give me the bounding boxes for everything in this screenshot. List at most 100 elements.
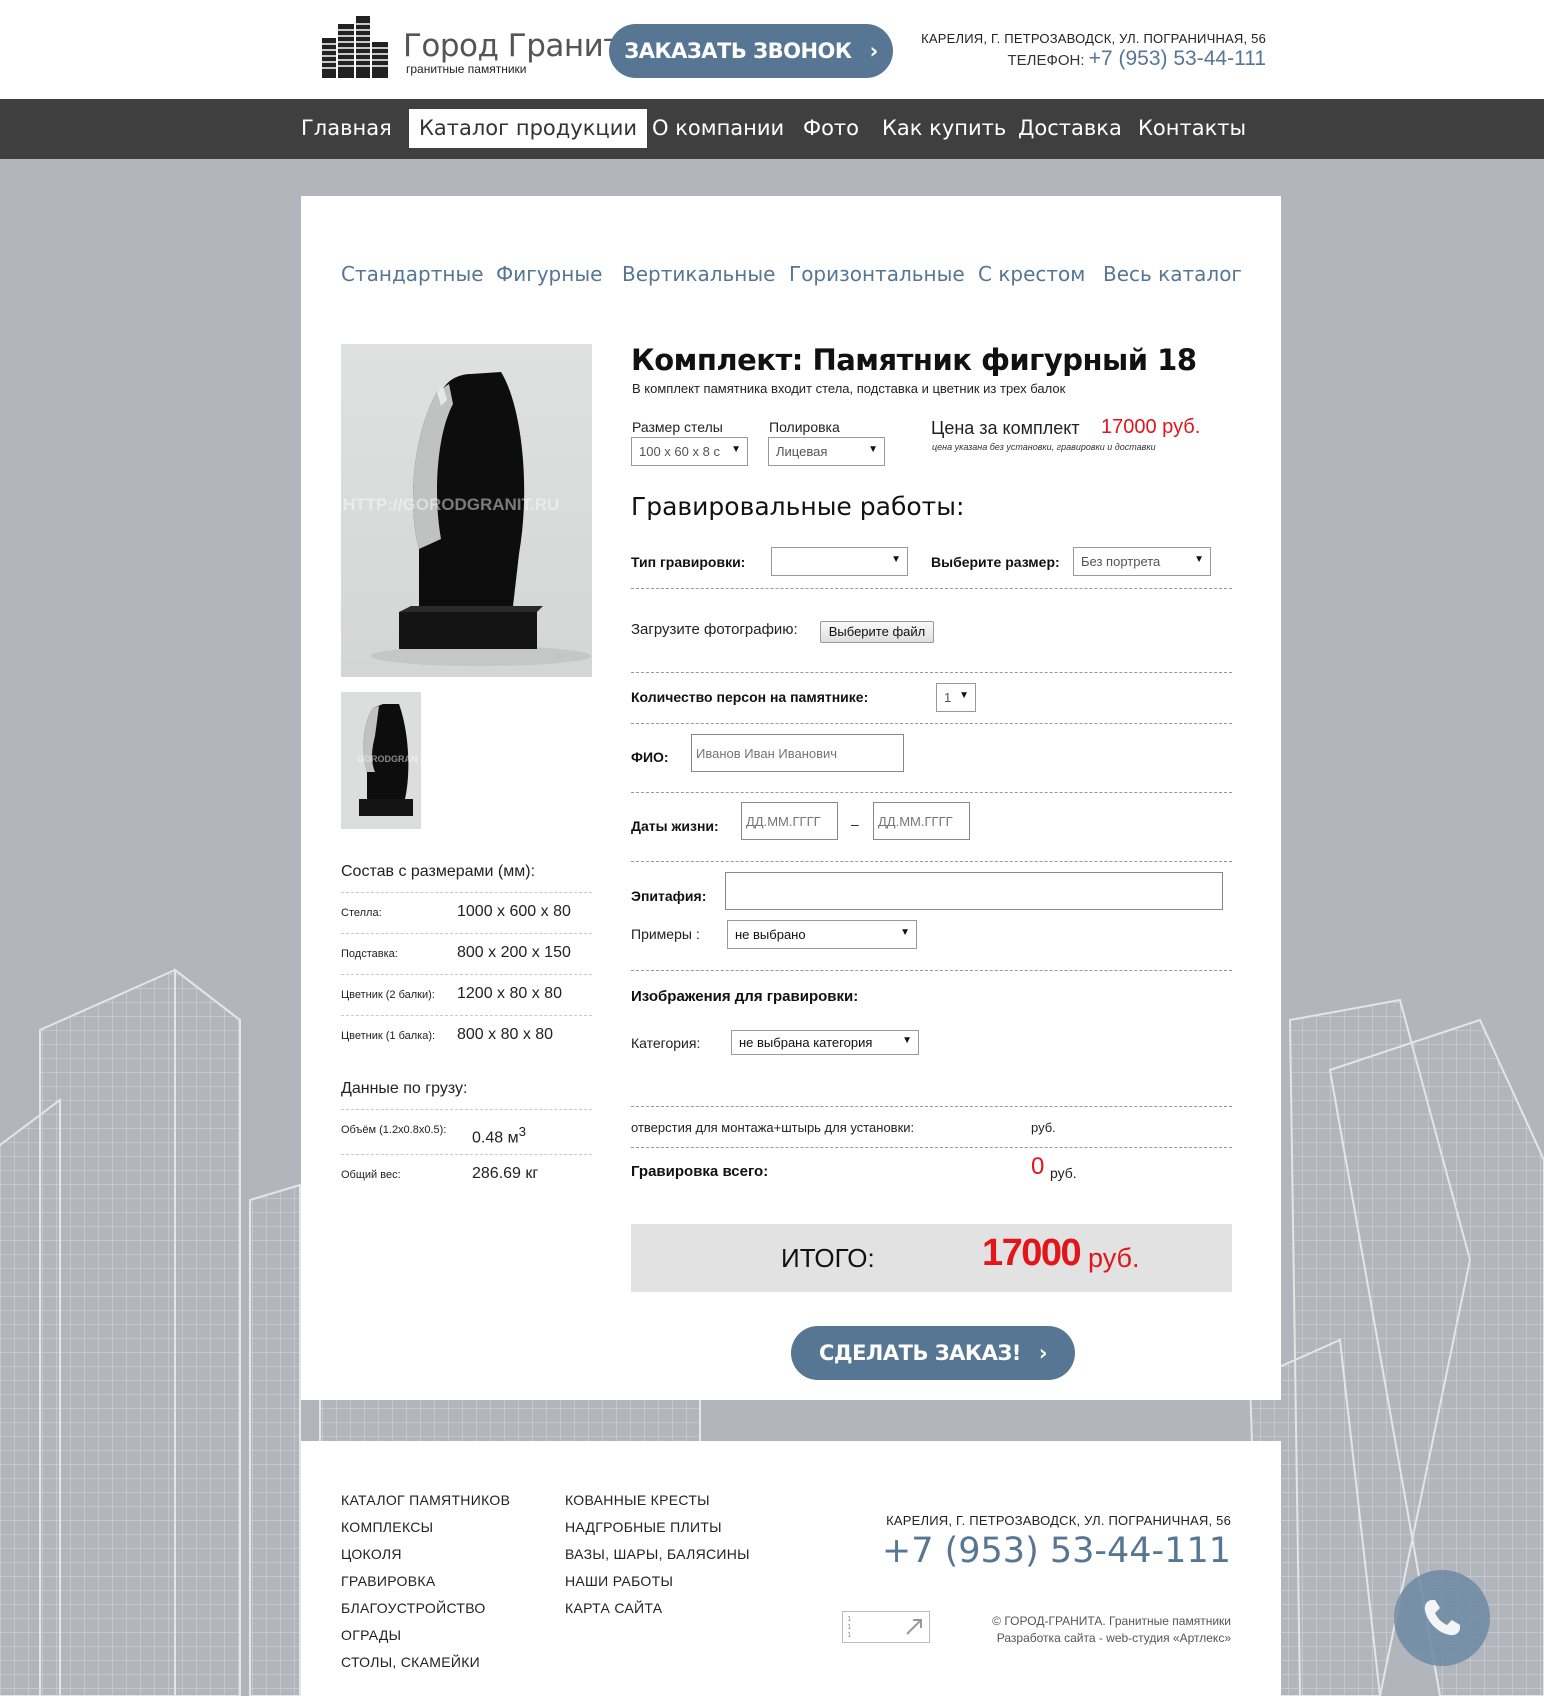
price-value: 17000 руб.: [1101, 416, 1201, 438]
chevron-right-icon: ›: [1038, 1341, 1048, 1365]
watermark: HTTP://GORODGRANIT.RU: [343, 495, 559, 514]
examples-label: Примеры :: [631, 926, 700, 942]
footer-link[interactable]: КАРТА САЙТА: [565, 1600, 662, 1616]
portrait-size-select[interactable]: Без портрета ▼: [1073, 547, 1211, 576]
cargo-value: 286.69 кг: [472, 1165, 539, 1182]
category-select[interactable]: не выбрана категория ▼: [731, 1030, 919, 1055]
nav-item-delivery[interactable]: Доставка: [1008, 109, 1132, 148]
site-footer: КАТАЛОГ ПАМЯТНИКОВ КОМПЛЕКСЫ ЦОКОЛЯ ГРАВ…: [301, 1441, 1281, 1696]
footer-link[interactable]: ЦОКОЛЯ: [341, 1546, 402, 1562]
subnav-vertical[interactable]: Вертикальные: [622, 262, 775, 286]
mounting-holes-value: руб.: [1031, 1120, 1056, 1135]
persons-select[interactable]: 1 ▼: [936, 683, 976, 712]
divider: [631, 1106, 1232, 1107]
nav-item-about[interactable]: О компании: [642, 109, 794, 148]
visitor-counter[interactable]: 1 1 1: [842, 1611, 930, 1643]
subnav-horizontal[interactable]: Горизонтальные: [789, 262, 965, 286]
persons-value: 1: [944, 690, 952, 705]
divider: [631, 723, 1232, 724]
polish-label: Полировка: [769, 419, 840, 435]
specs-title: Состав с размерами (мм):: [341, 863, 536, 880]
order-call-label: ЗАКАЗАТЬ ЗВОНОК: [624, 39, 852, 63]
footer-link[interactable]: НАДГРОБНЫЕ ПЛИТЫ: [565, 1519, 722, 1535]
dropdown-arrow-icon: ▼: [731, 444, 741, 455]
nav-item-photo[interactable]: Фото: [793, 109, 869, 148]
subnav-full-catalog[interactable]: Весь каталог: [1103, 262, 1242, 286]
dropdown-arrow-icon: ▼: [1194, 554, 1204, 565]
site-header: Город Гранит гранитные памятники ЗАКАЗАТ…: [0, 0, 1544, 99]
spec-key: Цветник (1 балка):: [341, 1030, 436, 1042]
developer-text[interactable]: Разработка сайта - web-студия «Артлекс»: [992, 1630, 1231, 1647]
engraving-type-label: Тип гравировки:: [631, 554, 746, 570]
callback-fab[interactable]: [1394, 1570, 1490, 1666]
engraving-total-value: 0: [1031, 1153, 1045, 1180]
footer-link[interactable]: КАТАЛОГ ПАМЯТНИКОВ: [341, 1492, 510, 1508]
dropdown-arrow-icon: ▼: [900, 927, 910, 938]
cargo-volume-unit-sup: 3: [518, 1124, 527, 1139]
footer-link[interactable]: БЛАГОУСТРОЙСТВО: [341, 1600, 486, 1616]
nav-item-catalog[interactable]: Каталог продукции: [409, 109, 647, 148]
dropdown-arrow-icon: ▼: [959, 690, 969, 701]
nav-item-home[interactable]: Главная: [291, 109, 402, 148]
engraving-total-label: Гравировка всего:: [631, 1163, 769, 1180]
divider: [631, 792, 1232, 793]
engraving-type-select[interactable]: ▼: [771, 547, 908, 576]
epitaph-examples-select[interactable]: не выбрано ▼: [727, 920, 917, 949]
divider: [631, 1147, 1232, 1148]
totals-box: ИТОГО: 17000 руб.: [631, 1224, 1232, 1292]
spec-row: Подставка: 800 x 200 x 150: [341, 933, 592, 974]
logo-title[interactable]: Город Гранит: [403, 28, 621, 64]
upload-photo-label: Загрузите фотографию:: [631, 621, 798, 638]
subnav-figured[interactable]: Фигурные: [496, 262, 602, 286]
divider: [631, 588, 1232, 589]
polish-select-value: Лицевая: [776, 444, 828, 459]
cargo-title: Данные по грузу:: [341, 1080, 468, 1097]
spec-key: Стелла:: [341, 907, 382, 919]
fio-input[interactable]: [691, 734, 904, 772]
polish-select[interactable]: Лицевая ▼: [768, 437, 885, 466]
nav-item-how-to-buy[interactable]: Как купить: [872, 109, 1016, 148]
totals-currency: руб.: [1088, 1243, 1140, 1273]
footer-copyright: © ГОРОД-ГРАНИТА. Гранитные памятники Раз…: [992, 1613, 1231, 1647]
subnav-with-cross[interactable]: С крестом: [978, 262, 1085, 286]
cargo-row: Объём (1.2x0.8x0.5): 0.48 м3: [341, 1109, 592, 1150]
divider: [631, 861, 1232, 862]
subnav-standard[interactable]: Стандартные: [341, 262, 484, 286]
footer-link[interactable]: ОГРАДЫ: [341, 1627, 401, 1643]
product-photo-thumb[interactable]: GORODGRAN: [341, 692, 421, 829]
copyright-text: © ГОРОД-ГРАНИТА. Гранитные памятники: [992, 1614, 1231, 1628]
phone-icon: [1424, 1600, 1460, 1636]
svg-text:1: 1: [847, 1615, 851, 1623]
footer-link[interactable]: КОВАННЫЕ КРЕСТЫ: [565, 1492, 710, 1508]
product-photo-main[interactable]: HTTP://GORODGRANIT.RU: [341, 344, 592, 677]
order-call-button[interactable]: ЗАКАЗАТЬ ЗВОНОК ›: [609, 24, 893, 78]
footer-address: КАРЕЛИЯ, Г. ПЕТРОЗАВОДСК, УЛ. ПОГРАНИЧНА…: [886, 1513, 1231, 1528]
cargo-key: Объём (1.2x0.8x0.5):: [341, 1124, 447, 1136]
nav-item-contacts[interactable]: Контакты: [1128, 109, 1256, 148]
spec-value: 800 x 80 x 80: [457, 1026, 554, 1043]
footer-link[interactable]: СТОЛЫ, СКАМЕЙКИ: [341, 1654, 480, 1670]
choose-file-button[interactable]: Выберите файл: [820, 621, 934, 643]
buildings-icon[interactable]: [322, 16, 388, 78]
cargo-key: Общий вес:: [341, 1169, 401, 1181]
footer-link[interactable]: КОМПЛЕКСЫ: [341, 1519, 433, 1535]
footer-phone[interactable]: +7 (953) 53-44-111: [882, 1531, 1231, 1571]
birth-date-input[interactable]: [741, 802, 838, 840]
death-date-input[interactable]: [873, 802, 970, 840]
chevron-right-icon: ›: [869, 39, 879, 63]
divider: [631, 970, 1232, 971]
spec-row: Цветник (1 балка): 800 x 80 x 80: [341, 1015, 592, 1056]
place-order-button[interactable]: СДЕЛАТЬ ЗАКАЗ! ›: [791, 1326, 1075, 1380]
product-title: Комплект: Памятник фигурный 18: [631, 343, 1197, 377]
footer-link[interactable]: НАШИ РАБОТЫ: [565, 1573, 673, 1589]
category-value: не выбрана категория: [739, 1035, 873, 1050]
footer-link[interactable]: ВАЗЫ, ШАРЫ, БАЛЯСИНЫ: [565, 1546, 750, 1562]
spec-key: Подставка:: [341, 948, 398, 960]
portrait-size-label: Выберите размер:: [931, 554, 1060, 570]
spec-value: 1000 x 600 x 80: [457, 903, 571, 920]
epitaph-input[interactable]: [725, 872, 1223, 910]
size-select[interactable]: 100 x 60 x 8 с ▼: [631, 437, 748, 466]
footer-link[interactable]: ГРАВИРОВКА: [341, 1573, 435, 1589]
header-phone[interactable]: +7 (953) 53-44-111: [1089, 47, 1266, 70]
life-dates-label: Даты жизни:: [631, 818, 719, 834]
